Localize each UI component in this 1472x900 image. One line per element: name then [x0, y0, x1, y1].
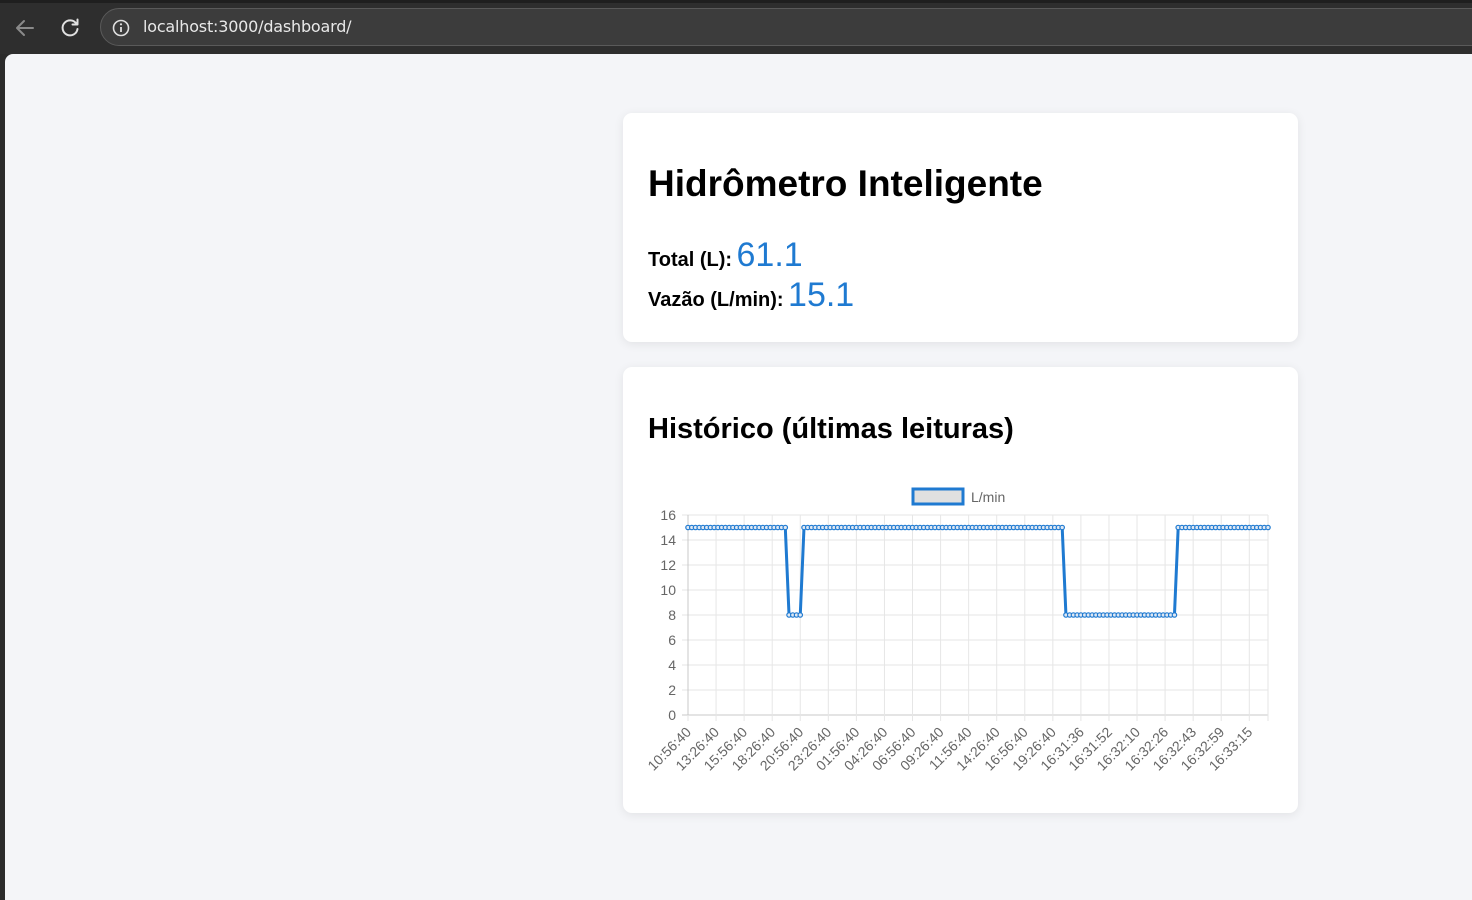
y-tick-label: 4 — [668, 657, 676, 673]
address-bar[interactable]: localhost:3000/dashboard/ — [100, 8, 1472, 46]
data-point — [1265, 524, 1271, 531]
data-point — [797, 612, 804, 618]
y-tick-label: 6 — [668, 632, 676, 648]
total-value: 61.1 — [736, 236, 803, 274]
meter-card: Hidrômetro Inteligente Total (L): 61.1 V… — [623, 113, 1298, 342]
data-point — [1171, 612, 1178, 618]
reload-button[interactable] — [54, 12, 86, 44]
flow-stat: Vazão (L/min): 15.1 — [648, 276, 854, 315]
total-label: Total (L): — [648, 249, 733, 271]
legend-label: L/min — [971, 489, 1005, 505]
total-stat: Total (L): 61.1 — [648, 236, 803, 275]
y-tick-label: 16 — [660, 507, 676, 523]
arrow-left-icon — [16, 20, 34, 36]
info-icon[interactable] — [112, 19, 130, 37]
y-tick-label: 0 — [668, 707, 676, 723]
tab-strip-edge — [0, 0, 1472, 3]
page-viewport: Hidrômetro Inteligente Total (L): 61.1 V… — [5, 54, 1472, 900]
y-tick-label: 10 — [660, 582, 676, 598]
history-chart[interactable]: 024681012141610:56:4013:26:4015:56:4018:… — [623, 467, 1298, 807]
flow-label: Vazão (L/min): — [648, 289, 784, 311]
y-tick-label: 14 — [660, 532, 676, 548]
legend-swatch — [911, 487, 965, 506]
history-card: Histórico (últimas leituras) 0 2 4 6 8 10 12 14… — [623, 367, 1298, 813]
url-text[interactable]: localhost:3000/dashboard/ — [143, 17, 352, 36]
series-line-l-min — [688, 526, 1268, 617]
browser-toolbar: localhost:3000/dashboard/ — [0, 0, 1472, 54]
page-title: Hidrômetro Inteligente — [648, 163, 1043, 204]
data-point — [782, 524, 789, 531]
back-button[interactable] — [9, 12, 41, 44]
y-tick-label: 8 — [668, 607, 676, 623]
history-title: Histórico (últimas leituras) — [648, 413, 1014, 445]
data-point — [1059, 524, 1065, 531]
y-tick-label: 12 — [660, 557, 676, 573]
flow-value: 15.1 — [788, 276, 855, 314]
reload-icon — [61, 18, 79, 37]
y-tick-label: 2 — [668, 682, 676, 698]
